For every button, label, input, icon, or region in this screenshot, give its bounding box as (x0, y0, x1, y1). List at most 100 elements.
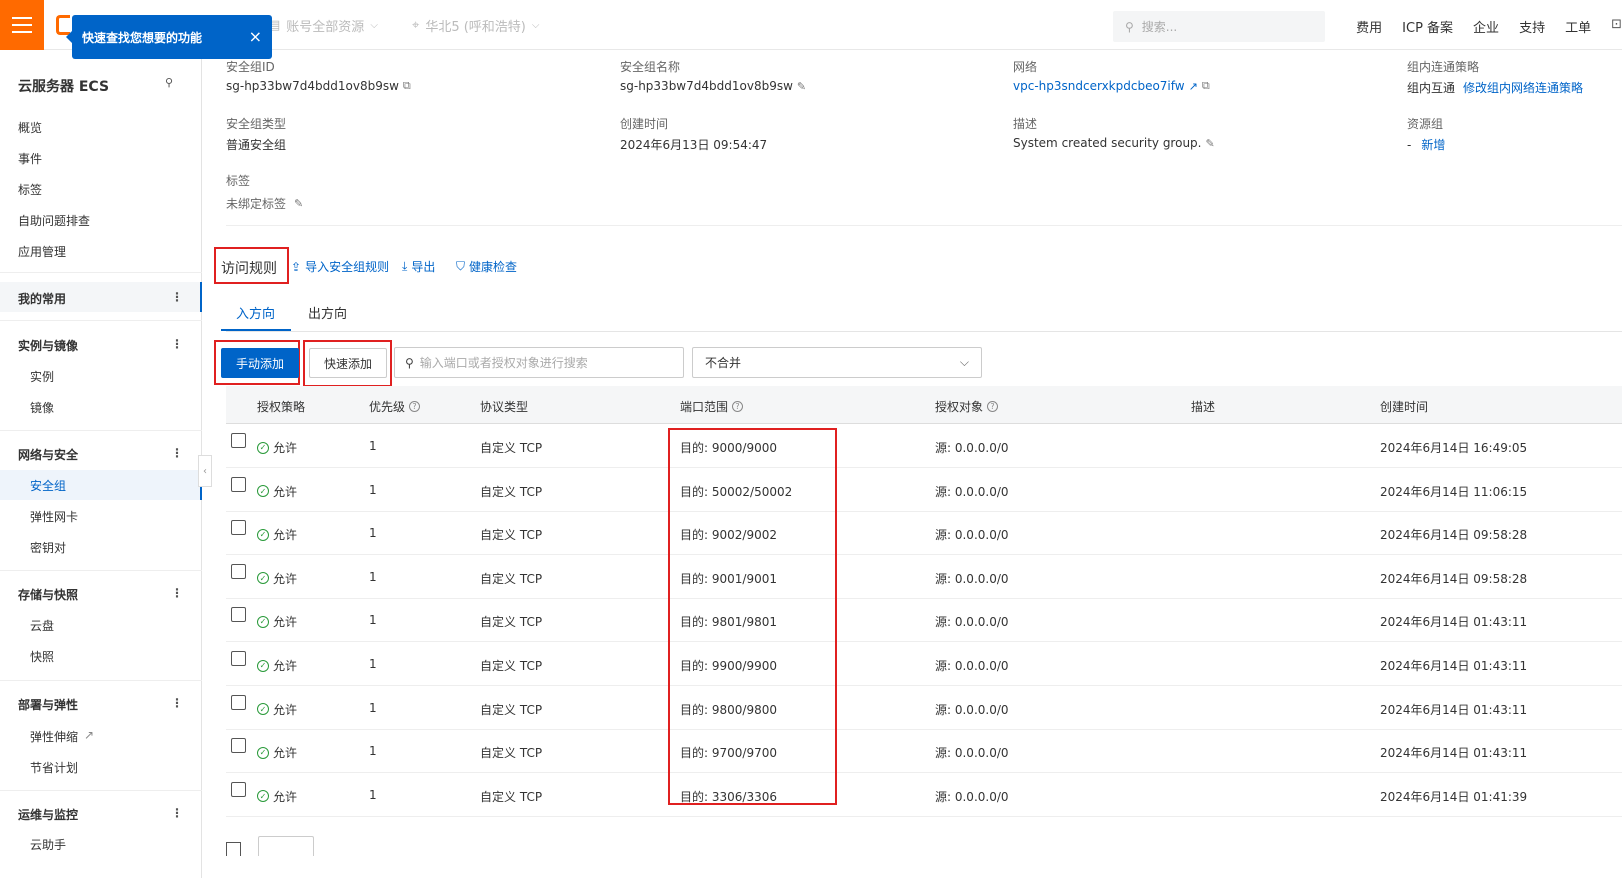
sidebar-item-autoscaling[interactable]: 弹性伸缩 ↗ (30, 728, 94, 745)
sidebar-item-overview[interactable]: 概览 (18, 119, 42, 136)
priority-cell: 1 (369, 787, 377, 802)
sidebar-item-eni[interactable]: 弹性网卡 (30, 508, 78, 525)
import-rules-label: 导入安全组规则 (305, 260, 390, 274)
priority-cell: 1 (369, 744, 377, 759)
column-header-created: 创建时间 (1380, 398, 1428, 415)
network-label: 网络 (1013, 60, 1038, 74)
check-circle-icon: ✓ (257, 441, 269, 454)
help-icon[interactable]: ? (409, 401, 421, 412)
source-cell: 源: 0.0.0.0/0 (935, 659, 1009, 673)
help-icon[interactable]: ? (987, 401, 999, 412)
sidebar-item-cloud-assistant[interactable]: 云助手 (30, 836, 66, 853)
manual-add-button[interactable]: 手动添加 (221, 348, 299, 378)
table-row: ✓ 允许 1 自定义 TCP 目的: 9001/9001 源: 0.0.0.0/0 2024… (226, 555, 1622, 599)
sidebar-item-instances[interactable]: 实例 (30, 368, 54, 385)
divider (0, 272, 202, 273)
table-header: 授权策略 优先级? 协议类型 端口范围? 授权对象? 描述 创建时间 (226, 386, 1622, 424)
created-cell: 2024年6月14日 09:58:28 (1380, 528, 1528, 543)
tags-text: 未绑定标签 (226, 197, 287, 211)
resource-group-label: 资源组 (1407, 117, 1444, 131)
check-circle-icon: ✓ (257, 615, 269, 628)
link-enterprise[interactable]: 企业 (1473, 17, 1499, 36)
created-cell: 2024年6月14日 11:06:15 (1380, 484, 1528, 499)
created-cell: 2024年6月14日 01:41:39 (1380, 789, 1528, 804)
resource-scope-select[interactable]: ▤ 账号全部资源 ⌵ (268, 16, 378, 35)
sidebar-item-events[interactable]: 事件 (18, 150, 42, 167)
tab-outbound[interactable]: 出方向 (308, 303, 347, 322)
resource-scope-label: 账号全部资源 (286, 20, 365, 35)
more-icon[interactable]: ⋮ (171, 290, 183, 304)
row-checkbox[interactable] (231, 476, 246, 492)
sidebar-item-app-management[interactable]: 应用管理 (18, 243, 66, 260)
link-billing[interactable]: 费用 (1356, 17, 1382, 36)
select-all-checkbox[interactable] (226, 842, 241, 856)
row-checkbox[interactable] (231, 607, 246, 623)
region-select[interactable]: ⌖ 华北5 (呼和浩特) ⌵ (412, 16, 539, 35)
export-link[interactable]: ⤓ 导出 (402, 258, 435, 275)
copy-icon[interactable]: ⧉ (403, 79, 411, 93)
link-support[interactable]: 支持 (1519, 17, 1545, 36)
row-checkbox[interactable] (231, 694, 246, 710)
edit-icon[interactable]: ✎ (797, 80, 806, 93)
sidebar-item-disks[interactable]: 云盘 (30, 617, 54, 634)
sidebar-group-instances[interactable]: 实例与镜像 (18, 337, 78, 354)
table-row: ✓ 允许 1 自定义 TCP 目的: 9700/9700 源: 0.0.0.0/0 2024… (226, 729, 1622, 774)
row-checkbox[interactable] (231, 563, 246, 579)
more-icon[interactable]: ⋮ (171, 586, 183, 600)
more-icon[interactable]: ⋮ (171, 806, 183, 820)
tab-inbound[interactable]: 入方向 (236, 303, 275, 322)
sidebar-item-keypairs[interactable]: 密钥对 (30, 539, 66, 556)
sidebar-collapse-button[interactable]: ‹ (198, 455, 212, 487)
divider (0, 680, 202, 681)
sidebar-group-my-common[interactable]: 我的常用 (18, 290, 66, 307)
menu-icon[interactable] (0, 0, 44, 50)
global-search-input[interactable]: ⚲ 搜索... (1113, 11, 1325, 42)
row-checkbox[interactable] (231, 520, 246, 536)
sidebar-item-snapshots[interactable]: 快照 (30, 648, 54, 665)
link-icp[interactable]: ICP 备案 (1402, 17, 1453, 36)
close-icon[interactable]: × (249, 27, 262, 46)
sidebar-item-tags[interactable]: 标签 (18, 181, 42, 198)
more-icon[interactable]: ⋮ (171, 696, 183, 710)
more-icon[interactable]: ⋮ (171, 337, 183, 351)
sidebar-item-security-groups[interactable]: 安全组 (30, 477, 66, 494)
health-check-link[interactable]: ⛉ 健康检查 (456, 258, 517, 275)
sidebar-group-deployment[interactable]: 部署与弹性 (18, 696, 78, 713)
add-resource-group-link[interactable]: 新增 (1421, 136, 1445, 153)
import-rules-link[interactable]: ⇪ 导入安全组规则 (291, 258, 389, 275)
sidebar-item-savings-plan[interactable]: 节省计划 (30, 759, 78, 776)
sidebar-group-storage[interactable]: 存储与快照 (18, 586, 78, 603)
rule-search-placeholder: 输入端口或者授权对象进行搜索 (419, 356, 588, 370)
row-checkbox[interactable] (231, 781, 246, 797)
table-row: ✓ 允许 1 自定义 TCP 目的: 9800/9800 源: 0.0.0.0/0 2024… (226, 686, 1622, 730)
modify-policy-link[interactable]: 修改组内网络连通策略 (1463, 79, 1583, 96)
row-checkbox[interactable] (231, 433, 246, 448)
more-icon[interactable]: ⋮ (171, 446, 183, 460)
copy-icon[interactable]: ⧉ (1202, 79, 1210, 93)
vpc-link[interactable]: vpc-hp3sndcerxkpdcbeo7ifw (1013, 79, 1185, 93)
sidebar-item-images[interactable]: 镜像 (30, 399, 54, 416)
sidebar-group-ops[interactable]: 运维与监控 (18, 806, 78, 823)
external-link-icon[interactable]: ↗ (1189, 80, 1198, 93)
help-icon[interactable]: ? (732, 401, 744, 412)
quick-add-button[interactable]: 快速添加 (309, 348, 387, 378)
protocol-cell: 自定义 TCP (480, 571, 543, 586)
sidebar-group-network[interactable]: 网络与安全 (18, 446, 78, 463)
bulk-action-button[interactable] (258, 836, 314, 856)
merge-select[interactable]: 不合并 ⌵ (692, 347, 982, 378)
more-icon[interactable]: ⊡ (1611, 17, 1622, 36)
edit-icon[interactable]: ✎ (1205, 137, 1214, 150)
search-icon[interactable]: ⚲ (165, 76, 173, 89)
edit-icon[interactable]: ✎ (294, 197, 303, 210)
priority-cell: 1 (369, 569, 377, 584)
link-ticket[interactable]: 工单 (1565, 17, 1591, 36)
created-cell: 2024年6月14日 01:43:11 (1380, 659, 1528, 673)
rule-search-input[interactable]: ⚲ 输入端口或者授权对象进行搜索 (394, 347, 684, 378)
column-label: 授权对象 (935, 400, 984, 414)
sidebar-item-troubleshoot[interactable]: 自助问题排查 (18, 212, 90, 229)
row-checkbox[interactable] (231, 651, 246, 666)
row-checkbox[interactable] (231, 738, 246, 754)
check-circle-icon: ✓ (257, 659, 269, 672)
policy-cell: ✓ 允许 (257, 483, 297, 500)
merge-select-value: 不合并 (705, 356, 742, 370)
